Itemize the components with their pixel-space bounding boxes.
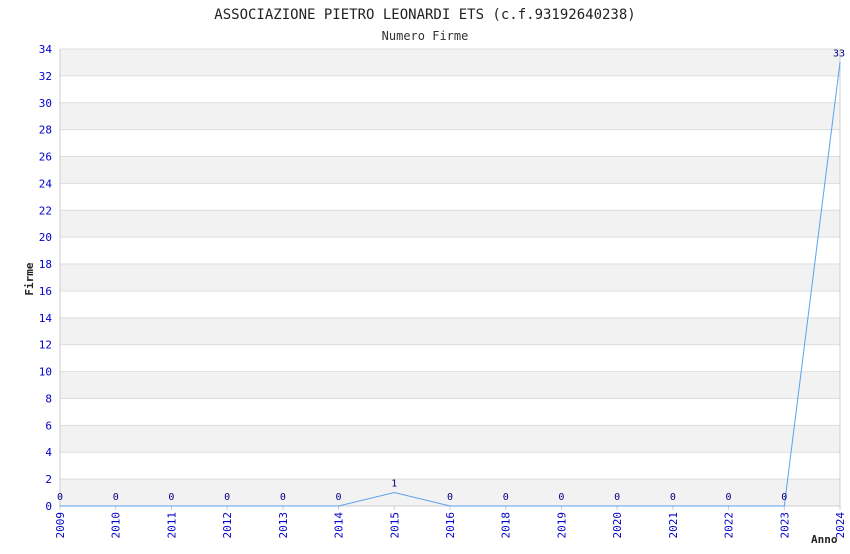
- data-point: [393, 491, 395, 494]
- x-tick-label: 2011: [165, 512, 178, 539]
- y-tick-label: 34: [39, 43, 53, 56]
- data-label: 0: [447, 492, 453, 503]
- y-tick-label: 2: [45, 473, 52, 486]
- data-label: 0: [336, 492, 342, 503]
- data-point: [59, 505, 61, 507]
- y-tick-label: 18: [39, 258, 52, 271]
- plot-band: [60, 371, 840, 399]
- x-axis-label: Anno: [811, 533, 838, 546]
- chart-title: ASSOCIAZIONE PIETRO LEONARDI ETS (c.f.93…: [214, 7, 635, 23]
- data-point: [449, 505, 451, 507]
- y-tick-label: 16: [39, 285, 52, 298]
- data-point: [337, 505, 340, 507]
- y-tick-label: 8: [45, 392, 52, 405]
- x-tick-label: 2014: [333, 512, 346, 539]
- y-tick-label: 32: [39, 70, 52, 83]
- data-label: 0: [614, 492, 620, 503]
- data-point: [783, 505, 785, 507]
- data-point: [115, 505, 117, 507]
- y-axis-ticks: 0246810121416182022242628303234: [39, 43, 53, 513]
- y-tick-label: 12: [39, 339, 52, 352]
- data-label: 0: [168, 492, 174, 503]
- data-label: 0: [113, 492, 119, 503]
- data-point: [170, 505, 173, 507]
- x-tick-label: 2012: [221, 512, 234, 539]
- x-tick-label: 2022: [723, 512, 736, 539]
- x-tick-label: 2019: [555, 512, 568, 539]
- data-label: 0: [503, 492, 509, 503]
- plot-band: [60, 317, 840, 345]
- data-label: 0: [670, 492, 676, 503]
- data-point: [226, 505, 228, 507]
- y-tick-label: 14: [39, 312, 53, 325]
- data-label: 0: [781, 492, 787, 503]
- x-tick-label: 2015: [388, 512, 401, 539]
- line-chart: 0246810121416182022242628303234 2009 2010…: [23, 7, 847, 546]
- data-point: [727, 505, 730, 507]
- y-tick-label: 28: [39, 124, 52, 137]
- x-tick-label: 2013: [277, 512, 290, 539]
- x-axis-ticks: 2009 2010 2011 2012 2013 2014 2015 2016 2018 2019…: [54, 506, 847, 539]
- y-tick-label: 26: [39, 151, 52, 164]
- data-point: [505, 505, 507, 507]
- data-point: [839, 61, 841, 64]
- plot-band: [60, 425, 840, 453]
- data-point: [282, 505, 284, 507]
- data-label: 33: [833, 48, 845, 59]
- y-tick-label: 4: [45, 446, 52, 459]
- plot-band: [60, 264, 840, 291]
- plot-band: [60, 49, 840, 76]
- data-label: 1: [391, 479, 397, 490]
- data-label: 0: [280, 492, 286, 503]
- x-tick-label: 2016: [444, 512, 457, 539]
- x-tick-label: 2021: [667, 512, 680, 539]
- y-axis-label: Firme: [23, 262, 36, 295]
- plot-bands: [60, 49, 840, 506]
- data-label: 0: [224, 492, 230, 503]
- data-point: [672, 505, 674, 507]
- plot-band: [60, 156, 840, 184]
- x-tick-label: 2020: [611, 512, 624, 539]
- y-tick-label: 6: [45, 419, 52, 432]
- y-tick-label: 0: [45, 500, 52, 513]
- chart-subtitle: Numero Firme: [382, 29, 469, 43]
- x-tick-label: 2009: [54, 512, 67, 539]
- data-point: [560, 505, 563, 507]
- y-tick-label: 24: [39, 177, 53, 190]
- plot-band: [60, 102, 840, 130]
- data-point: [616, 505, 618, 507]
- x-tick-label: 2023: [778, 512, 791, 539]
- chart-container: 0 2 4 6 8 10 12 14 16 18 20 22 24 26 28 30 32 34 2009 2010…: [0, 0, 850, 550]
- data-label: 0: [57, 492, 63, 503]
- y-tick-label: 30: [39, 97, 52, 110]
- data-label: 0: [558, 492, 564, 503]
- x-tick-label: 2018: [500, 512, 513, 539]
- data-label: 0: [726, 492, 732, 503]
- plot-band: [60, 210, 840, 238]
- y-tick-label: 20: [39, 231, 52, 244]
- y-tick-label: 22: [39, 204, 52, 217]
- y-tick-label: 10: [39, 366, 52, 379]
- x-tick-label: 2010: [110, 512, 123, 539]
